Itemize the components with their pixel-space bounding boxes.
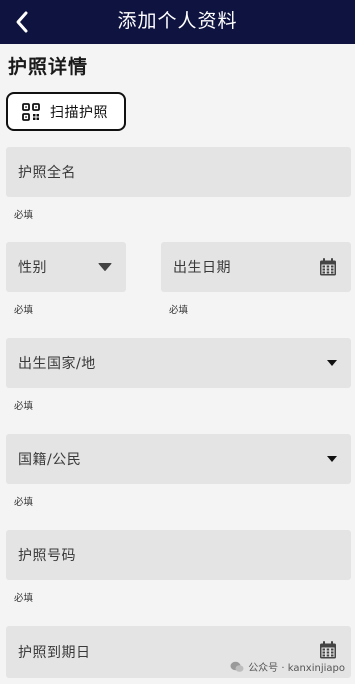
gender-hint: 必填 [14,305,34,316]
page-title: 添加个人资料 [117,10,238,32]
app-header: 添加个人资料 [0,0,355,44]
full-name-hint: 必填 [14,210,34,221]
gender-placeholder: 性别 [18,260,47,276]
birth-date-placeholder: 出生日期 [173,260,231,276]
birth-country-placeholder: 出生国家/地 [18,356,96,372]
nationality-placeholder: 国籍/公民 [18,452,82,468]
caret-down-icon [327,360,337,366]
passport-expiry-placeholder: 护照到期日 [18,645,91,661]
full-name-field[interactable]: 护照全名 [6,147,351,197]
birth-country-select[interactable]: 出生国家/地 [6,338,351,388]
section-title: 护照详情 [8,56,89,78]
passport-number-placeholder: 护照号码 [18,548,76,564]
caret-down-icon [98,263,112,272]
caret-down-icon [327,456,337,462]
qr-scan-icon [22,102,40,121]
gender-select[interactable]: 性别 [6,242,126,292]
watermark: 公众号 · kanxinjiapo [230,659,345,674]
scan-passport-label: 扫描护照 [50,104,108,121]
passport-number-hint: 必填 [14,593,34,604]
calendar-icon[interactable] [319,258,337,277]
full-name-placeholder: 护照全名 [18,165,76,181]
wechat-icon [230,661,244,672]
scan-passport-button[interactable]: 扫描护照 [6,92,126,131]
nationality-select[interactable]: 国籍/公民 [6,434,351,484]
birth-country-hint: 必填 [14,401,34,412]
passport-number-field[interactable]: 护照号码 [6,530,351,580]
nationality-hint: 必填 [14,497,34,508]
birth-date-field[interactable]: 出生日期 [161,242,351,292]
watermark-text: 公众号 · kanxinjiapo [248,663,345,674]
calendar-icon[interactable] [319,641,337,660]
birth-date-hint: 必填 [169,305,189,316]
